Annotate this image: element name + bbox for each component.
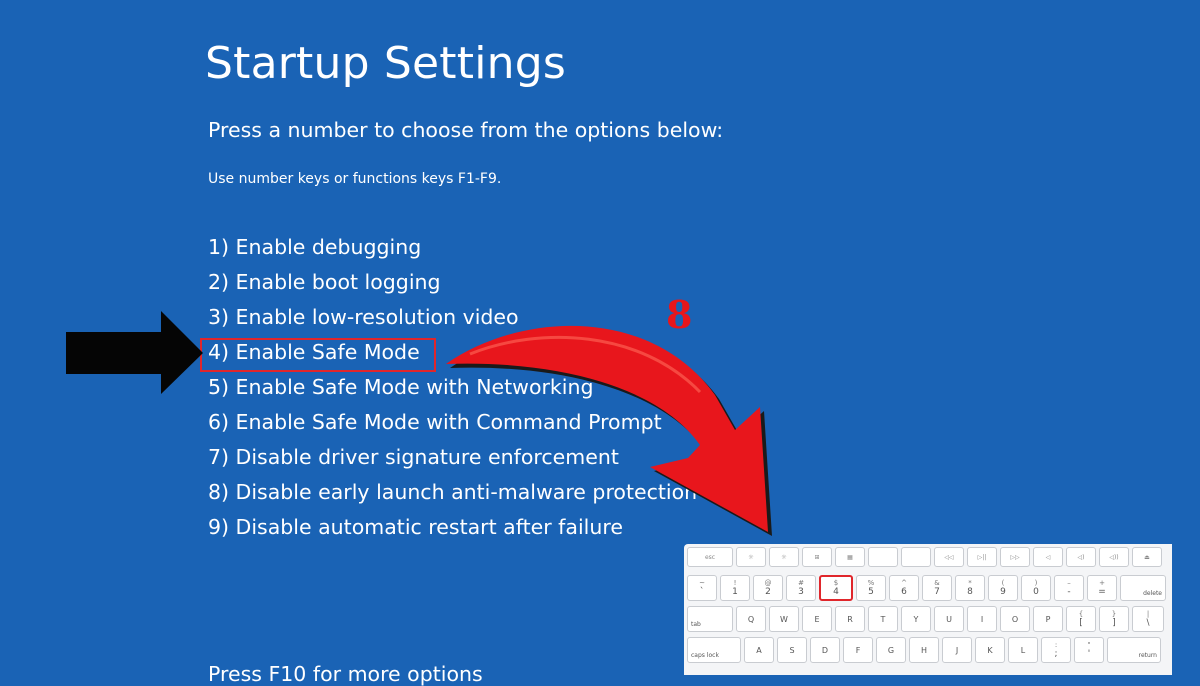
key-label-bottom: 5	[868, 587, 874, 597]
key-u[interactable]: U	[934, 606, 964, 632]
key-f1[interactable]: ☼	[736, 547, 766, 567]
key-5[interactable]: % 5	[856, 575, 886, 601]
key-9[interactable]: (9	[988, 575, 1018, 601]
key-f6[interactable]	[901, 547, 931, 567]
key-label-bottom: \	[1146, 618, 1150, 628]
key-label-bottom: '	[1087, 649, 1091, 659]
key-left-bracket[interactable]: {[	[1066, 606, 1096, 632]
key-eject[interactable]: ⏏	[1132, 547, 1162, 567]
key-label-bottom: 0	[1033, 587, 1039, 597]
key-d[interactable]: D	[810, 637, 840, 663]
key-o[interactable]: O	[1000, 606, 1030, 632]
key-g[interactable]: G	[876, 637, 906, 663]
key-label-bottom: 9	[1000, 587, 1006, 597]
key-label-bottom: 6	[901, 587, 907, 597]
key-label-bottom: 7	[934, 587, 940, 597]
key-f3[interactable]: ⊞	[802, 547, 832, 567]
key-tab[interactable]: tab	[687, 606, 733, 632]
key-label-bottom: `	[699, 587, 705, 597]
key-a[interactable]: A	[744, 637, 774, 663]
key-label-bottom: =	[1098, 587, 1106, 597]
key-4-highlighted[interactable]: $4	[819, 575, 853, 601]
key-k[interactable]: K	[975, 637, 1005, 663]
key-f[interactable]: F	[843, 637, 873, 663]
key-f9[interactable]: ▷▷	[1000, 547, 1030, 567]
qwerty-key-row: tab Q W E R T Y U I O P {[ }] | \	[687, 606, 1164, 632]
key-f8[interactable]: ▷||	[967, 547, 997, 567]
number-eight-label: 8	[666, 292, 693, 337]
keyboard-image: esc ☼ ☼ ⊞ ▦ ◁◁ ▷|| ▷▷ ◁ ◁) ◁)) ⏏ ~ ` ! 1 @…	[684, 544, 1172, 675]
key-f11[interactable]: ◁)	[1066, 547, 1096, 567]
key-quote[interactable]: " '	[1074, 637, 1104, 663]
key-backslash[interactable]: | \	[1132, 606, 1164, 632]
key-3[interactable]: #3	[786, 575, 816, 601]
home-key-row: caps lock A S D F G H J K L :; " ' return	[687, 637, 1161, 663]
key-w[interactable]: W	[769, 606, 799, 632]
red-curved-arrow-icon	[446, 325, 772, 536]
key-r[interactable]: R	[835, 606, 865, 632]
key-minus[interactable]: – -	[1054, 575, 1084, 601]
key-l[interactable]: L	[1008, 637, 1038, 663]
key-s[interactable]: S	[777, 637, 807, 663]
key-caps-lock[interactable]: caps lock	[687, 637, 741, 663]
key-f10[interactable]: ◁	[1033, 547, 1063, 567]
key-f2[interactable]: ☼	[769, 547, 799, 567]
black-arrow-icon	[66, 311, 203, 394]
key-e[interactable]: E	[802, 606, 832, 632]
key-return[interactable]: return	[1107, 637, 1161, 663]
key-1[interactable]: ! 1	[720, 575, 750, 601]
key-label-bottom: ;	[1054, 649, 1058, 659]
key-label-bottom: ]	[1112, 618, 1116, 628]
number-key-row: ~ ` ! 1 @2 #3 $4 % 5 ^ 6 & 7 * 8 (9 ) 0 – - + = d…	[687, 575, 1166, 601]
key-p[interactable]: P	[1033, 606, 1063, 632]
key-semicolon[interactable]: :;	[1041, 637, 1071, 663]
key-esc[interactable]: esc	[687, 547, 733, 567]
key-label-bottom: 3	[798, 587, 804, 597]
key-label-bottom: [	[1079, 618, 1083, 628]
key-equals[interactable]: + =	[1087, 575, 1117, 601]
key-label-bottom: -	[1067, 587, 1071, 597]
key-label-bottom: 2	[765, 587, 771, 597]
key-0[interactable]: ) 0	[1021, 575, 1051, 601]
key-f5[interactable]	[868, 547, 898, 567]
key-8[interactable]: * 8	[955, 575, 985, 601]
key-label-bottom: 8	[967, 587, 973, 597]
key-f4[interactable]: ▦	[835, 547, 865, 567]
key-6[interactable]: ^ 6	[889, 575, 919, 601]
function-key-row: esc ☼ ☼ ⊞ ▦ ◁◁ ▷|| ▷▷ ◁ ◁) ◁)) ⏏	[687, 547, 1162, 567]
key-f7[interactable]: ◁◁	[934, 547, 964, 567]
key-t[interactable]: T	[868, 606, 898, 632]
key-q[interactable]: Q	[736, 606, 766, 632]
key-label-bottom: 4	[833, 587, 839, 597]
key-right-bracket[interactable]: }]	[1099, 606, 1129, 632]
key-f12[interactable]: ◁))	[1099, 547, 1129, 567]
key-label-bottom: 1	[732, 587, 738, 597]
key-y[interactable]: Y	[901, 606, 931, 632]
key-2[interactable]: @2	[753, 575, 783, 601]
key-h[interactable]: H	[909, 637, 939, 663]
key-delete[interactable]: delete	[1120, 575, 1166, 601]
key-7[interactable]: & 7	[922, 575, 952, 601]
key-i[interactable]: I	[967, 606, 997, 632]
key-j[interactable]: J	[942, 637, 972, 663]
key-backtick[interactable]: ~ `	[687, 575, 717, 601]
